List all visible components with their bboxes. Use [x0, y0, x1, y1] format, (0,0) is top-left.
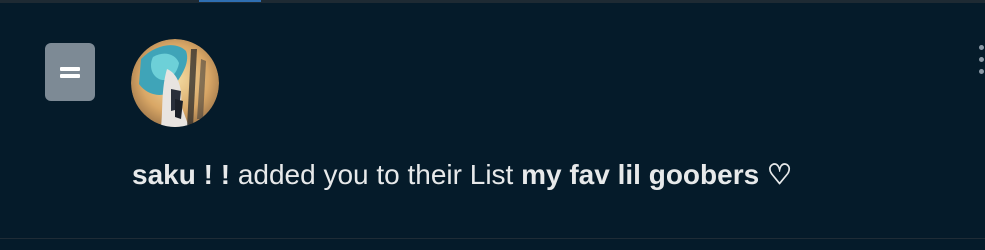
active-tab-indicator [199, 0, 261, 2]
notification-item[interactable]: saku ! ! added you to their List my fav … [0, 3, 985, 238]
avatar-image [131, 39, 219, 127]
list-name[interactable]: my fav lil goobers ♡ [521, 159, 792, 190]
action-text: added you to their List [237, 159, 514, 190]
avatar[interactable] [131, 39, 219, 127]
notification-message: saku ! ! added you to their List my fav … [132, 157, 792, 193]
list-glyph-icon [60, 67, 80, 78]
more-icon[interactable] [976, 43, 985, 83]
divider [0, 238, 985, 239]
user-name[interactable]: saku ! ! [132, 159, 230, 190]
list-icon [45, 43, 95, 101]
